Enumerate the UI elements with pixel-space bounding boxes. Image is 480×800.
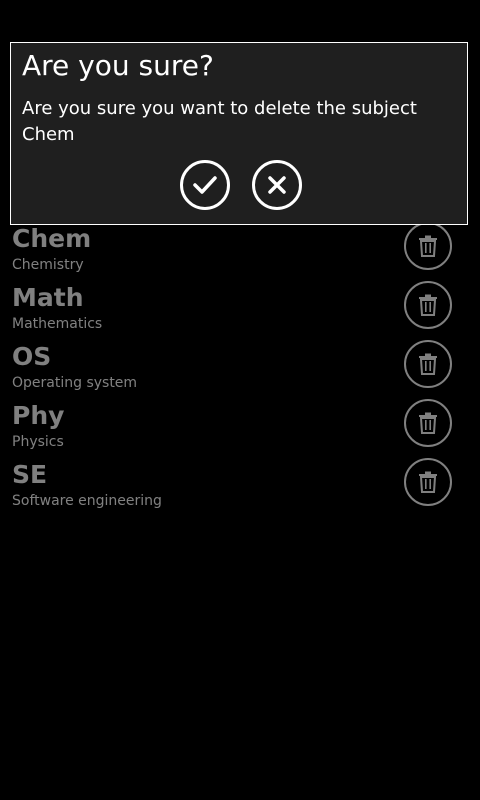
delete-subject-button[interactable] bbox=[404, 340, 452, 388]
subject-name: Software engineering bbox=[12, 493, 162, 509]
dialog-message: Are you sure you want to delete the subj… bbox=[22, 98, 417, 145]
trash-icon bbox=[419, 353, 437, 375]
subject-code: Math bbox=[12, 283, 84, 312]
list-item-math[interactable]: Math Mathematics bbox=[0, 281, 480, 340]
subject-name: Mathematics bbox=[12, 316, 103, 332]
list-item-phy[interactable]: Phy Physics bbox=[0, 399, 480, 458]
subject-code: OS bbox=[12, 342, 52, 371]
subject-code: SE bbox=[12, 460, 48, 489]
dialog-title: Are you sure? bbox=[22, 49, 214, 82]
checkmark-icon bbox=[193, 176, 217, 194]
trash-icon bbox=[419, 471, 437, 493]
list-item-os[interactable]: OS Operating system bbox=[0, 340, 480, 399]
trash-icon bbox=[419, 294, 437, 316]
list-item-se[interactable]: SE Software engineering bbox=[0, 458, 480, 517]
confirm-delete-dialog: Are you sure? Are you sure you want to d… bbox=[10, 42, 468, 225]
subject-code: Phy bbox=[12, 401, 65, 430]
subject-list: Chem Chemistry Math Mathematics OS Opera… bbox=[0, 222, 480, 517]
subject-name: Chemistry bbox=[12, 257, 84, 273]
close-icon bbox=[268, 176, 286, 194]
delete-subject-button[interactable] bbox=[404, 458, 452, 506]
confirm-button[interactable] bbox=[180, 160, 230, 210]
subject-name: Operating system bbox=[12, 375, 138, 391]
app-screen: Chem Chemistry Math Mathematics OS Opera… bbox=[0, 0, 480, 800]
delete-subject-button[interactable] bbox=[404, 222, 452, 270]
list-item-chem[interactable]: Chem Chemistry bbox=[0, 222, 480, 281]
delete-subject-button[interactable] bbox=[404, 399, 452, 447]
cancel-button[interactable] bbox=[252, 160, 302, 210]
trash-icon bbox=[419, 412, 437, 434]
delete-subject-button[interactable] bbox=[404, 281, 452, 329]
subject-name: Physics bbox=[12, 434, 64, 450]
trash-icon bbox=[419, 235, 437, 257]
subject-code: Chem bbox=[12, 224, 92, 253]
